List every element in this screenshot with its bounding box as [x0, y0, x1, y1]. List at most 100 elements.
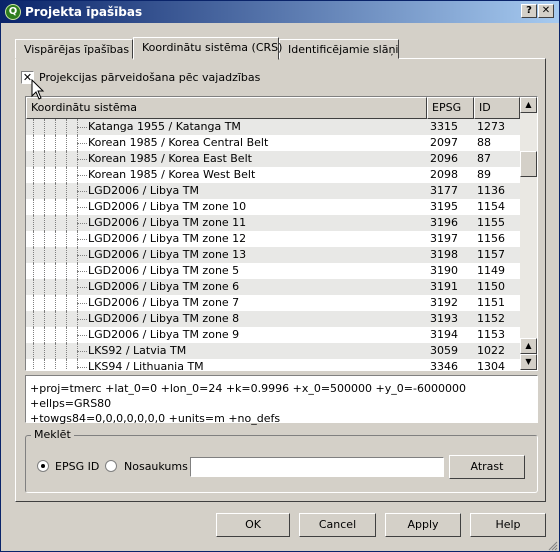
crs-row[interactable]: LGD2006 / Libya TM zone 10 3195 1154: [26, 199, 520, 215]
crs-cell-epsg: 3346: [430, 360, 458, 371]
crs-cell-name: Korean 1985 / Korea West Belt: [88, 168, 256, 181]
column-header-crs[interactable]: Koordinātu sistēma: [26, 97, 427, 119]
search-group-title: Meklēt: [31, 428, 74, 441]
title-bar[interactable]: Q Projekta īpašības ? ✕: [1, 1, 559, 23]
scroll-up-icon[interactable]: ▲: [520, 97, 537, 113]
crs-cell-id: 1157: [477, 248, 505, 261]
crs-cell-epsg: 3193: [430, 312, 458, 325]
apply-button[interactable]: Apply: [385, 513, 461, 537]
tab-general-properties[interactable]: Vispārējas īpašības: [15, 39, 133, 59]
crs-row[interactable]: LGD2006 / Libya TM zone 7 3192 1151: [26, 295, 520, 311]
scroll-down-icon[interactable]: ▲: [520, 338, 537, 354]
column-header-id[interactable]: ID: [474, 97, 520, 119]
crs-cell-id: 89: [477, 168, 491, 181]
cancel-button[interactable]: Cancel: [299, 513, 376, 537]
crs-cell-name: LGD2006 / Libya TM zone 6: [88, 280, 240, 293]
crs-cell-epsg: 2096: [430, 152, 458, 165]
crs-cell-epsg: 3190: [430, 264, 458, 277]
tree-guides: [26, 359, 88, 370]
crs-cell-id: 1136: [477, 184, 505, 197]
tree-branch: [77, 159, 87, 160]
crs-cell-epsg: 3196: [430, 216, 458, 229]
crs-cell-epsg: 2097: [430, 136, 458, 149]
crs-cell-epsg: 3191: [430, 280, 458, 293]
crs-cell-id: 1150: [477, 280, 505, 293]
crs-cell-name: Korean 1985 / Korea Central Belt: [88, 136, 269, 149]
vertical-scrollbar[interactable]: ▲ ▲ ▼: [520, 97, 537, 370]
crs-cell-epsg: 3315: [430, 120, 458, 133]
crs-row[interactable]: LGD2006 / Libya TM 3177 1136: [26, 183, 520, 199]
tree-branch: [77, 319, 87, 320]
tree-branch: [77, 191, 87, 192]
ok-button[interactable]: OK: [216, 513, 290, 537]
crs-cell-id: 88: [477, 136, 491, 149]
tree-branch: [77, 127, 87, 128]
crs-cell-epsg: 3197: [430, 232, 458, 245]
tree-branch: [77, 303, 87, 304]
tree-branch: [77, 143, 87, 144]
crs-cell-name: LGD2006 / Libya TM zone 7: [88, 296, 240, 309]
crs-row[interactable]: LGD2006 / Libya TM zone 6 3191 1150: [26, 279, 520, 295]
crs-row[interactable]: LGD2006 / Libya TM zone 5 3190 1149: [26, 263, 520, 279]
crs-cell-id: 1022: [477, 344, 505, 357]
crs-row[interactable]: LGD2006 / Libya TM zone 9 3194 1153: [26, 327, 520, 343]
tree-branch: [77, 351, 87, 352]
tab-crs[interactable]: Koordinātu sistēma (CRS): [133, 37, 282, 60]
tree-branch: [77, 367, 87, 368]
tree-branch: [77, 239, 87, 240]
crs-cell-id: 1151: [477, 296, 505, 309]
scroll-down-icon[interactable]: ▼: [520, 354, 537, 370]
scroll-thumb[interactable]: [520, 151, 537, 177]
crs-cell-id: 1155: [477, 216, 505, 229]
crs-cell-epsg: 3192: [430, 296, 458, 309]
crs-row[interactable]: Korean 1985 / Korea East Belt 2096 87: [26, 151, 520, 167]
crs-cell-epsg: 3194: [430, 328, 458, 341]
crs-tree-header: Koordinātu sistēma EPSG ID: [26, 97, 520, 119]
crs-cell-epsg: 3059: [430, 344, 458, 357]
crs-row[interactable]: LGD2006 / Libya TM zone 11 3196 1155: [26, 215, 520, 231]
radio-epsg-id[interactable]: [37, 460, 49, 472]
crs-row[interactable]: Katanga 1955 / Katanga TM 3315 1273: [26, 119, 520, 135]
radio-selected-dot: [41, 464, 45, 468]
search-input[interactable]: [190, 457, 444, 477]
crs-cell-name: LGD2006 / Libya TM zone 8: [88, 312, 240, 325]
radio-epsg-label[interactable]: EPSG ID: [55, 460, 99, 473]
crs-row[interactable]: LKS94 / Lithuania TM 3346 1304: [26, 359, 520, 371]
crs-cell-id: 1149: [477, 264, 505, 277]
crs-cell-id: 1153: [477, 328, 505, 341]
crs-cell-id: 1156: [477, 232, 505, 245]
find-button[interactable]: Atrast: [449, 455, 525, 479]
crs-row[interactable]: LGD2006 / Libya TM zone 13 3198 1157: [26, 247, 520, 263]
column-header-epsg[interactable]: EPSG: [427, 97, 474, 119]
radio-name-label[interactable]: Nosaukums: [124, 460, 188, 473]
proj-string-line1: +proj=tmerc +lat_0=0 +lon_0=24 +k=0.9996…: [30, 382, 466, 410]
crs-cell-name: LGD2006 / Libya TM zone 11: [88, 216, 247, 229]
radio-name[interactable]: [105, 460, 117, 472]
crs-cell-epsg: 3198: [430, 248, 458, 261]
close-icon[interactable]: ✕: [538, 4, 554, 18]
tab-identifiable-layers[interactable]: Identificējamie slāņi: [279, 39, 399, 59]
proj-string-box: +proj=tmerc +lat_0=0 +lon_0=24 +k=0.9996…: [25, 375, 538, 425]
crs-cell-name: Korean 1985 / Korea East Belt: [88, 152, 252, 165]
crs-cell-id: 1154: [477, 200, 505, 213]
help-button[interactable]: Help: [470, 513, 546, 537]
crs-row[interactable]: LGD2006 / Libya TM zone 8 3193 1152: [26, 311, 520, 327]
crs-cell-epsg: 3195: [430, 200, 458, 213]
tree-branch: [77, 287, 87, 288]
resize-grip-icon[interactable]: [547, 540, 558, 551]
crs-row[interactable]: LKS92 / Latvia TM 3059 1022: [26, 343, 520, 359]
project-properties-dialog: Q Projekta īpašības ? ✕ Vispārējas īpašī…: [0, 0, 560, 552]
mouse-cursor-icon: [31, 79, 45, 100]
crs-cell-name: LKS92 / Latvia TM: [88, 344, 187, 357]
help-title-button[interactable]: ?: [521, 4, 537, 18]
crs-tree[interactable]: Koordinātu sistēma EPSG ID Katanga 1955 …: [25, 96, 538, 371]
tree-branch: [77, 335, 87, 336]
crs-cell-name: LGD2006 / Libya TM zone 5: [88, 264, 240, 277]
crs-row[interactable]: Korean 1985 / Korea Central Belt 2097 88: [26, 135, 520, 151]
crs-cell-id: 1304: [477, 360, 505, 371]
crs-row[interactable]: LGD2006 / Libya TM zone 12 3197 1156: [26, 231, 520, 247]
tree-branch: [77, 223, 87, 224]
crs-row[interactable]: Korean 1985 / Korea West Belt 2098 89: [26, 167, 520, 183]
tree-branch: [77, 175, 87, 176]
crs-cell-name: LGD2006 / Libya TM zone 13: [88, 248, 247, 261]
